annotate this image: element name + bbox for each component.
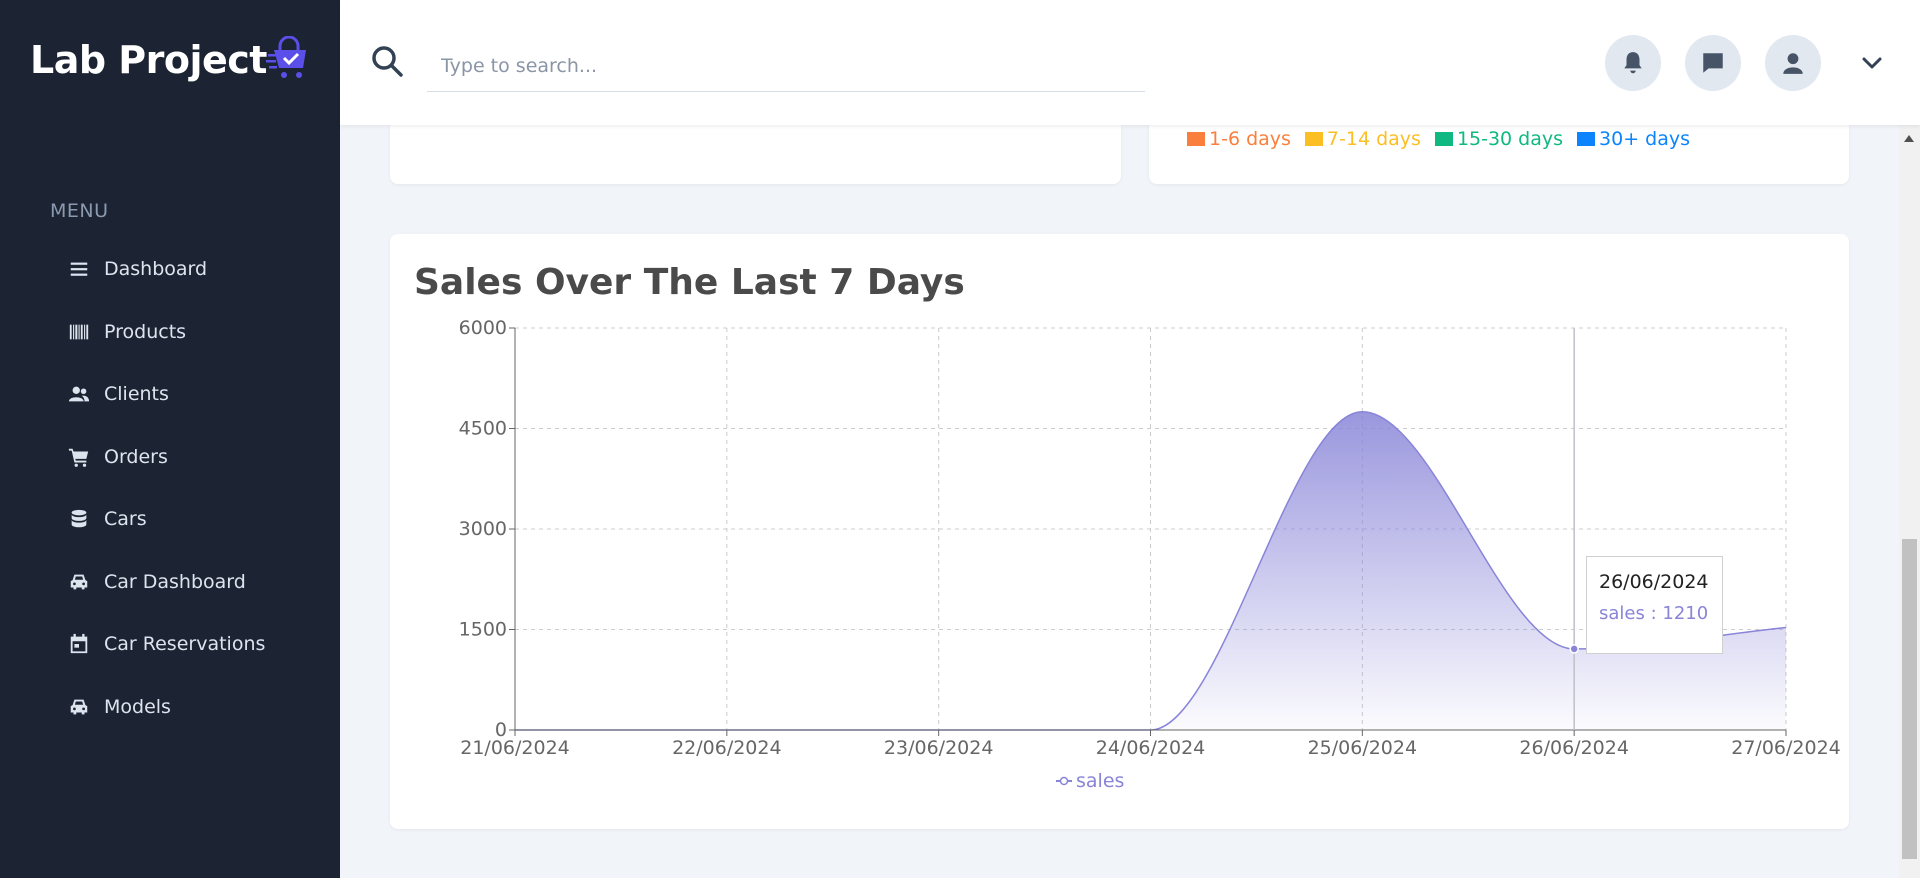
sidebar-item-products[interactable]: Products xyxy=(50,301,320,364)
legend-swatch xyxy=(1304,132,1323,146)
tooltip-value: sales : 1210 xyxy=(1599,603,1709,624)
x-tick-label: 25/06/2024 xyxy=(1308,737,1418,759)
car-icon xyxy=(68,696,90,718)
sidebar: Lab Project MENU Dashboard Products Clie… xyxy=(0,0,340,878)
search-icon[interactable] xyxy=(370,44,404,78)
legend-swatch xyxy=(1434,132,1453,146)
user-avatar-button[interactable] xyxy=(1765,35,1821,91)
legend-swatch xyxy=(1187,132,1205,146)
sidebar-item-label: Models xyxy=(104,695,171,718)
sidebar-item-car-dashboard[interactable]: Car Dashboard xyxy=(50,551,320,614)
scroll-up-arrow[interactable] xyxy=(1904,135,1914,142)
sidebar-item-label: Clients xyxy=(104,383,169,406)
menu-icon xyxy=(68,258,90,280)
menu-heading: MENU xyxy=(50,200,109,222)
scroll-thumb[interactable] xyxy=(1902,539,1917,859)
notifications-button[interactable] xyxy=(1605,35,1661,91)
sidebar-item-label: Products xyxy=(104,320,187,343)
legend-label-sales: sales xyxy=(1076,770,1124,792)
chevron-down-icon[interactable] xyxy=(1857,48,1887,78)
sidebar-item-cars[interactable]: Cars xyxy=(50,488,320,551)
chart-title: Sales Over The Last 7 Days xyxy=(414,262,965,303)
brand[interactable]: Lab Project xyxy=(30,36,306,82)
chart-tooltip: 26/06/2024 sales : 1210 xyxy=(1586,556,1723,654)
tooltip-series-value: 1210 xyxy=(1662,603,1709,624)
sidebar-nav: Dashboard Products Clients Orders Cars C… xyxy=(50,238,320,738)
chat-icon xyxy=(1703,53,1723,73)
sidebar-item-label: Dashboard xyxy=(104,258,208,281)
legend-label: 1-6 days xyxy=(1209,128,1291,150)
y-tick-label: 4500 xyxy=(459,418,507,440)
brand-title: Lab Project xyxy=(30,38,267,82)
sidebar-item-models[interactable]: Models xyxy=(50,676,320,739)
y-tick-label: 3000 xyxy=(459,518,507,540)
x-tick-label: 21/06/2024 xyxy=(460,737,570,759)
bell-icon xyxy=(1624,52,1642,74)
legend-item[interactable]: 7-14 days xyxy=(1304,128,1421,150)
sidebar-item-label: Orders xyxy=(104,445,168,468)
sales-chart-card: 0 1500 3000 4500 6000 21/06/2024 22/06/2024 23/… xyxy=(390,234,1849,829)
calendar-icon xyxy=(68,633,90,655)
y-tick-label: 6000 xyxy=(459,317,507,339)
page-scrollbar[interactable] xyxy=(1899,125,1920,878)
sidebar-item-dashboard[interactable]: Dashboard xyxy=(50,238,320,301)
cart-icon xyxy=(68,446,90,468)
legend-marker-icon xyxy=(1059,776,1069,786)
shopping-cart-check-icon xyxy=(266,36,306,78)
x-tick-label: 24/06/2024 xyxy=(1096,737,1206,759)
database-icon xyxy=(68,508,90,530)
legend-label: 30+ days xyxy=(1599,128,1691,150)
car-icon xyxy=(68,571,90,593)
top-header xyxy=(340,0,1920,125)
sidebar-item-clients[interactable]: Clients xyxy=(50,363,320,426)
barcode-icon xyxy=(68,321,90,343)
legend-item[interactable]: 15-30 days xyxy=(1434,128,1564,150)
sidebar-item-orders[interactable]: Orders xyxy=(50,426,320,489)
legend-item[interactable]: 1-6 days xyxy=(1187,128,1291,150)
legend-swatch xyxy=(1577,132,1596,146)
users-icon xyxy=(68,383,90,405)
x-tick-label: 27/06/2024 xyxy=(1731,737,1841,759)
sidebar-item-car-reservations[interactable]: Car Reservations xyxy=(50,613,320,676)
sidebar-item-label: Car Dashboard xyxy=(104,570,246,593)
x-tick-label: 26/06/2024 xyxy=(1519,737,1629,759)
user-icon xyxy=(1783,53,1803,74)
active-data-point xyxy=(1569,644,1579,654)
x-tick-label: 23/06/2024 xyxy=(884,737,994,759)
tooltip-date: 26/06/2024 xyxy=(1599,571,1709,593)
y-tick-label: 1500 xyxy=(459,619,507,641)
search-input[interactable] xyxy=(427,40,1145,92)
legend-label: 15-30 days xyxy=(1456,128,1564,150)
legend-label: 7-14 days xyxy=(1326,128,1421,150)
messages-button[interactable] xyxy=(1685,35,1741,91)
sales-chart: 0150030004500600021/06/2024 22/06/2024 23/… xyxy=(459,317,1841,792)
x-tick-label: 22/06/2024 xyxy=(672,737,782,759)
tooltip-series-label: sales xyxy=(1599,603,1645,624)
order-age-legend: 1-6 days 7-14 days 15-30 days 30+ days xyxy=(1187,128,1704,150)
sidebar-item-label: Car Reservations xyxy=(104,633,266,656)
legend-item[interactable]: 30+ days xyxy=(1577,128,1690,150)
sidebar-item-label: Cars xyxy=(104,508,147,531)
